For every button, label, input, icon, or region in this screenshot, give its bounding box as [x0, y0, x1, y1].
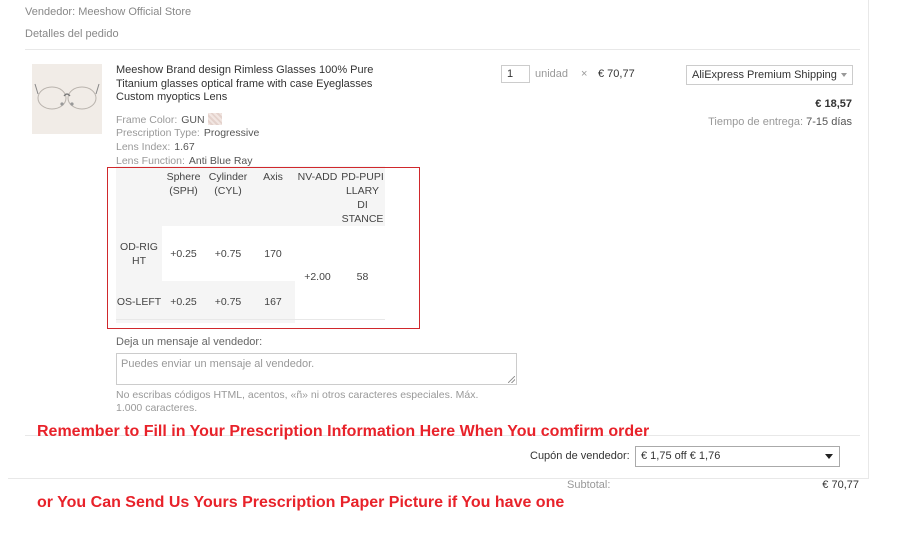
unit-price: € 70,77	[598, 68, 635, 80]
chevron-down-icon	[841, 73, 847, 77]
color-swatch	[207, 113, 222, 125]
resize-handle-icon[interactable]	[508, 376, 515, 383]
shipping-method-select[interactable]: AliExpress Premium Shipping	[686, 65, 853, 85]
attr-value: Progressive	[203, 127, 260, 139]
attr-label: Prescription Type:	[116, 127, 200, 139]
coupon-label: Cupón de vendedor:	[530, 450, 630, 462]
message-hint: No escribas códigos HTML, acentos, «ñ» n…	[116, 389, 479, 414]
shipping-cost: € 18,57	[815, 98, 852, 110]
message-placeholder: Puedes enviar un mensaje al vendedor.	[121, 358, 315, 370]
attr-label: Lens Index:	[116, 141, 171, 153]
prescription-type-attr: Prescription Type: Progressive	[116, 127, 259, 139]
product-title[interactable]: Meeshow Brand design Rimless Glasses 100…	[116, 64, 388, 105]
message-textarea[interactable]: Puedes enviar un mensaje al vendedor.	[116, 353, 517, 385]
attr-value: 1.67	[174, 141, 195, 153]
lens-index-attr: Lens Index: 1.67	[116, 141, 195, 153]
coupon-value: € 1,75 off € 1,76	[641, 450, 721, 462]
subtotal-value: € 70,77	[822, 479, 859, 491]
annotation-backdrop	[0, 480, 500, 558]
subtotal-label: Subtotal:	[567, 479, 611, 491]
order-details-heading: Detalles del pedido	[25, 28, 119, 40]
annotation-text: Remember to Fill in Your Prescription In…	[37, 423, 650, 440]
attr-label: Frame Color:	[116, 114, 178, 126]
delivery-time: Tiempo de entrega: 7-15 días	[680, 116, 852, 128]
prescription-highlight-box	[107, 167, 420, 329]
vendor-name: Vendedor: Meeshow Official Store	[25, 6, 192, 18]
coupon-select[interactable]: € 1,75 off € 1,76	[635, 446, 840, 467]
frame-color-attr: Frame Color: GUN	[116, 113, 222, 126]
message-label: Deja un mensaje al vendedor:	[116, 336, 263, 348]
delivery-value: 7-15 días	[806, 116, 852, 128]
quantity-input[interactable]: 1	[501, 65, 530, 83]
attr-value: GUN	[181, 114, 205, 126]
divider	[25, 49, 860, 50]
annotation-text: or You Can Send Us Yours Prescription Pa…	[37, 494, 565, 511]
product-image[interactable]	[32, 64, 102, 134]
shipping-method-value: AliExpress Premium Shipping	[692, 69, 837, 81]
multiply-sign: ×	[581, 68, 588, 80]
delivery-label: Tiempo de entrega:	[708, 116, 804, 128]
chevron-down-icon	[825, 454, 833, 459]
glasses-thumbnail-icon	[32, 64, 102, 134]
unit-label: unidad	[535, 68, 569, 80]
